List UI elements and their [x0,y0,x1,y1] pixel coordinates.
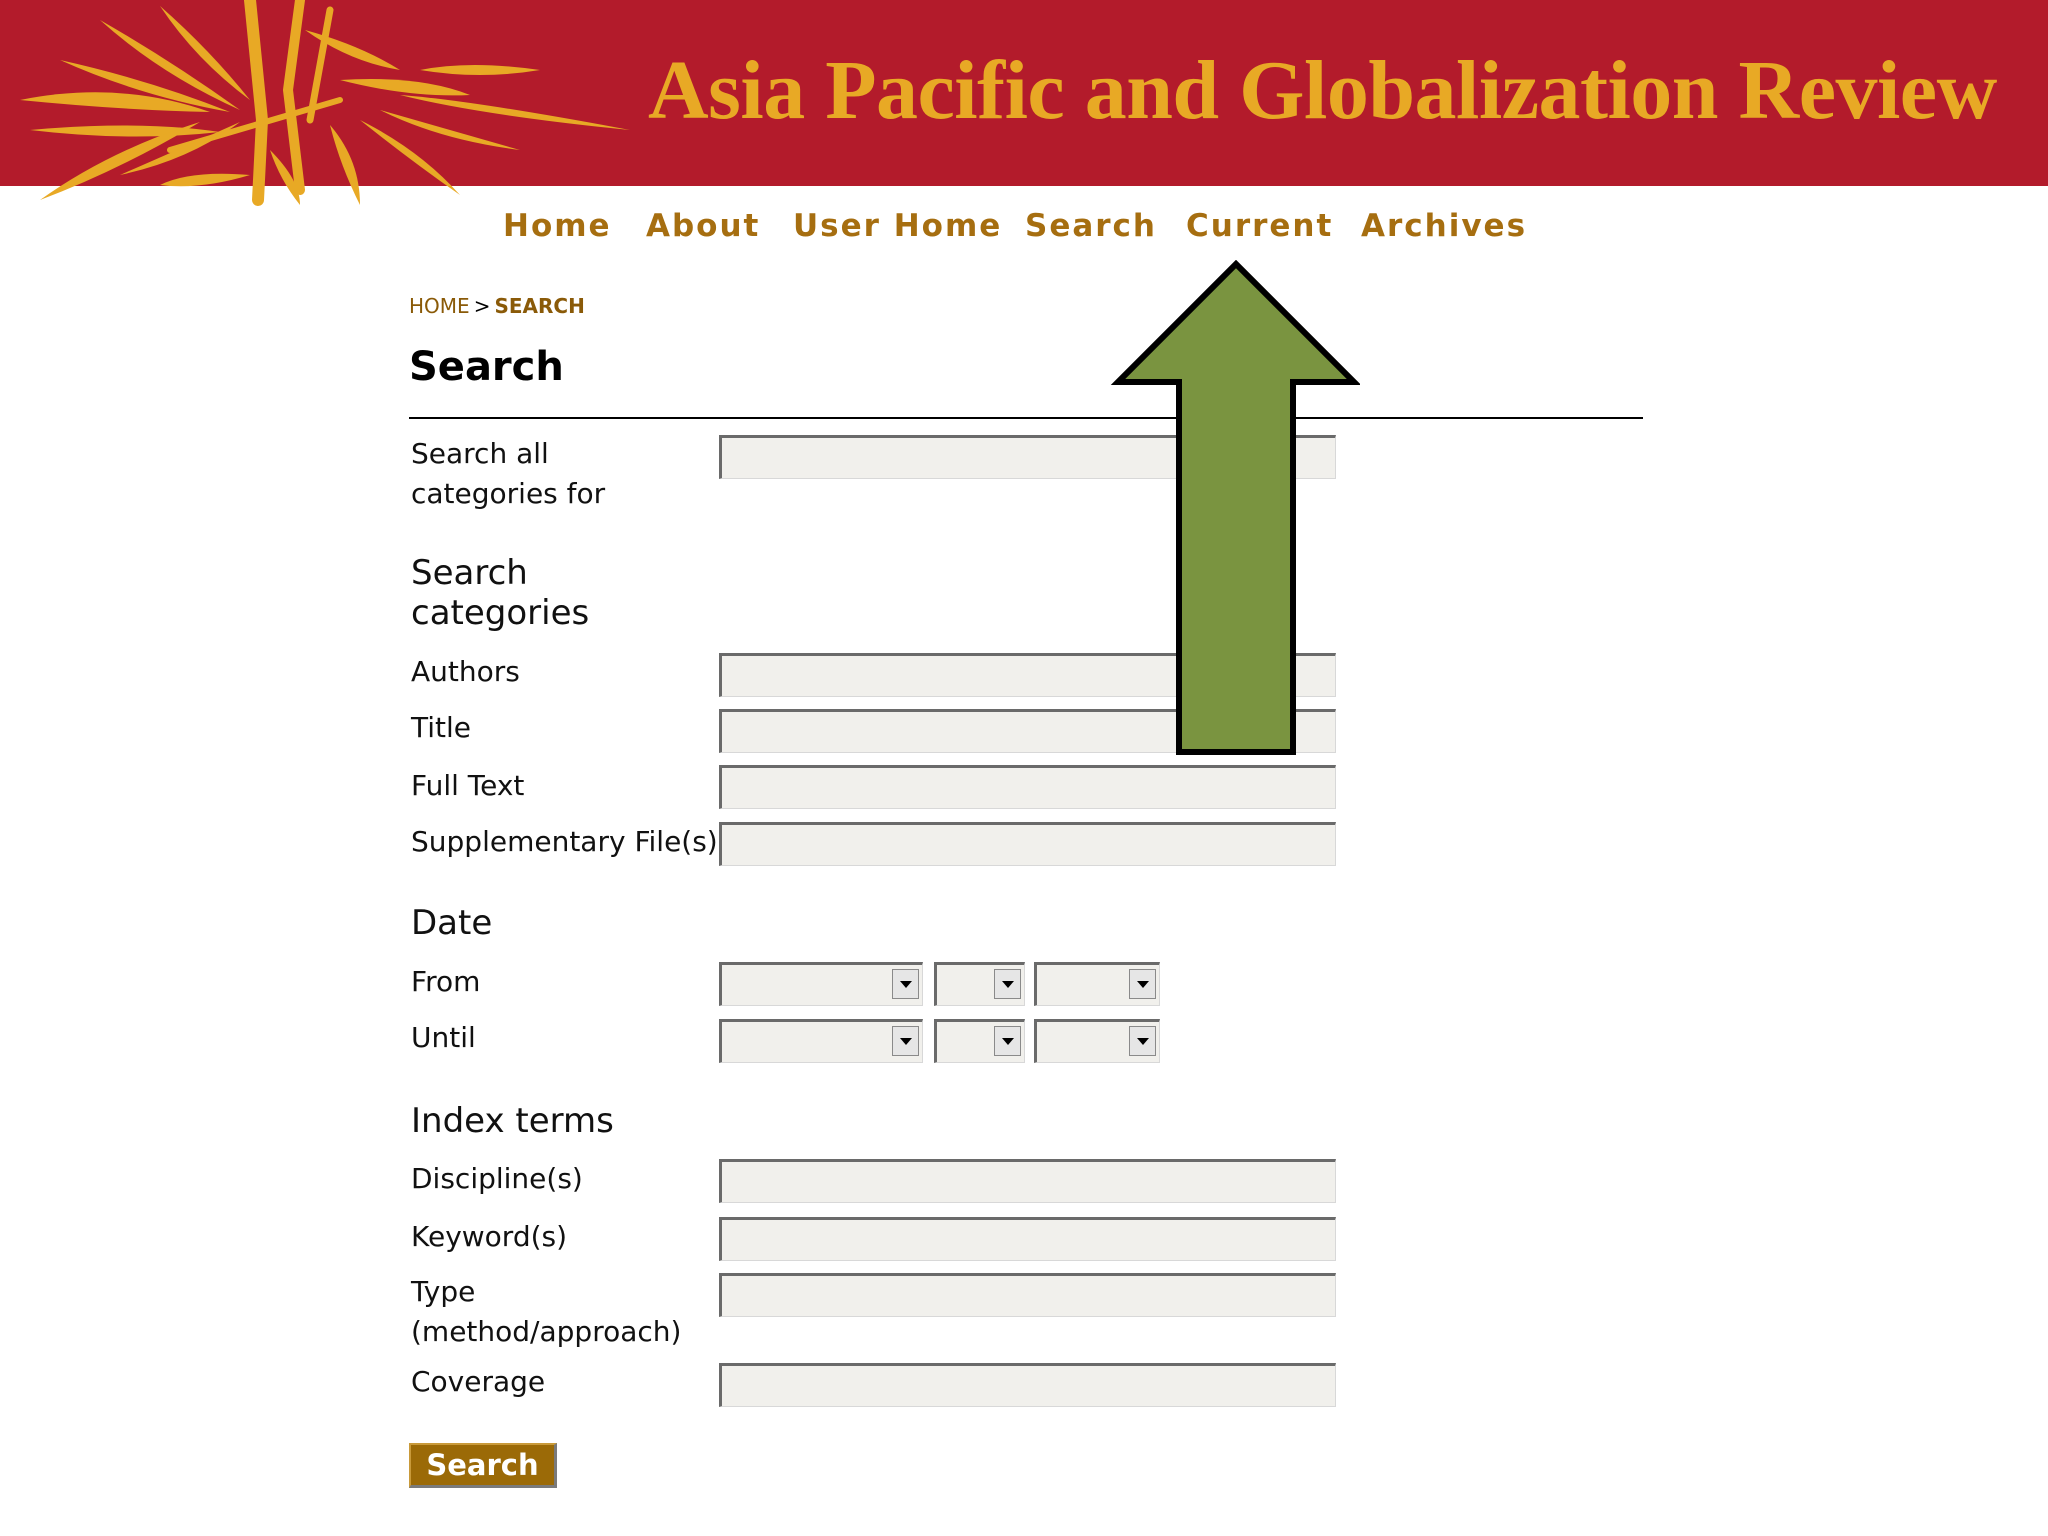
until-month-select[interactable] [719,1019,923,1063]
search-all-label: Search all categories for [411,437,606,510]
title-label: Title [411,711,472,744]
breadcrumb-home[interactable]: HOME [409,294,470,318]
until-label: Until [411,1021,476,1054]
from-label: From [411,965,481,998]
chevron-down-icon[interactable] [994,1026,1021,1056]
supplementary-files-input[interactable] [719,822,1336,866]
nav-about[interactable]: About [646,208,760,244]
full-text-input[interactable] [719,765,1336,809]
type-input[interactable] [719,1273,1336,1317]
keywords-input[interactable] [719,1217,1336,1261]
keywords-label: Keyword(s) [411,1220,568,1253]
breadcrumb-separator: > [473,294,491,318]
from-month-select[interactable] [719,962,923,1006]
nav-search[interactable]: Search [1025,208,1157,244]
chevron-down-icon[interactable] [892,969,919,999]
search-categories-heading: Search categories [411,553,590,633]
discipline-input[interactable] [719,1159,1336,1203]
search-submit-button[interactable]: Search [409,1443,557,1488]
chevron-down-icon[interactable] [994,969,1021,999]
chevron-down-icon[interactable] [892,1026,919,1056]
breadcrumb-current[interactable]: SEARCH [494,294,584,318]
authors-label: Authors [411,655,520,688]
arrow-up-icon [1110,260,1360,755]
nav-home[interactable]: Home [503,208,612,244]
index-terms-heading: Index terms [411,1101,614,1141]
coverage-input[interactable] [719,1363,1336,1407]
site-title: Asia Pacific and Globalization Review [648,44,1997,137]
type-label: Type (method/approach) [411,1275,682,1348]
nav-archives[interactable]: Archives [1361,208,1527,244]
title-divider [409,417,1643,419]
discipline-label: Discipline(s) [411,1162,583,1195]
site-header: Asia Pacific and Globalization Review [0,0,2048,206]
nav-current[interactable]: Current [1186,208,1333,244]
until-day-select[interactable] [934,1019,1025,1063]
chevron-down-icon[interactable] [1129,1026,1156,1056]
from-day-select[interactable] [934,962,1025,1006]
from-year-select[interactable] [1034,962,1160,1006]
nav-user-home[interactable]: User Home [793,208,1002,244]
coverage-label: Coverage [411,1365,546,1398]
date-heading: Date [411,903,493,943]
until-year-select[interactable] [1034,1019,1160,1063]
bamboo-logo-icon [20,0,630,206]
main-nav: Home About User Home Search Current Arch… [0,208,2048,258]
full-text-label: Full Text [411,769,525,802]
chevron-down-icon[interactable] [1129,969,1156,999]
supplementary-files-label: Supplementary File(s) [411,825,718,858]
breadcrumb: HOME > SEARCH [409,294,585,318]
page-title: Search [409,344,564,390]
